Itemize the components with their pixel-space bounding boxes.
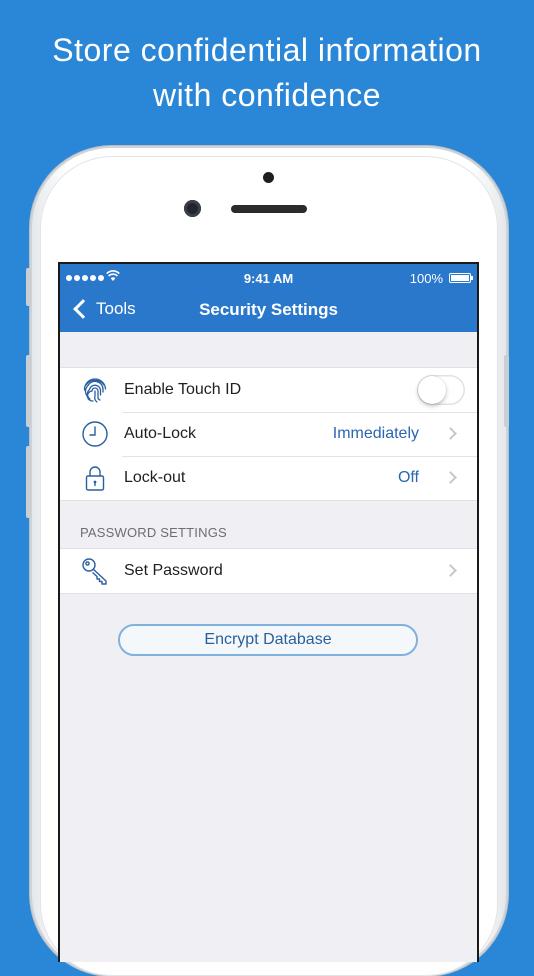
password-settings-header: PASSWORD SETTINGS	[80, 525, 227, 540]
auto-lock-row[interactable]: Auto-Lock Immediately	[60, 412, 477, 456]
proximity-sensor	[263, 172, 274, 183]
page-title: Security Settings	[199, 300, 338, 319]
clock-icon	[82, 421, 108, 447]
camera-icon	[184, 200, 201, 217]
auto-lock-label: Auto-Lock	[124, 425, 197, 442]
enable-touch-id-row[interactable]: Enable Touch ID	[60, 368, 477, 412]
chevron-right-icon	[444, 564, 457, 577]
chevron-right-icon	[444, 471, 457, 484]
lock-out-label: Lock-out	[124, 469, 186, 486]
password-settings-group: Set Password	[60, 548, 477, 594]
headline-line-2: with confidence	[152, 77, 382, 113]
battery-icon	[449, 273, 473, 283]
earpiece-speaker	[231, 205, 307, 213]
volume-up-button	[26, 355, 31, 427]
auto-lock-value: Immediately	[332, 425, 419, 442]
toggle-knob	[418, 376, 446, 404]
phone-screen: 9:41 AM 100% Tools Security Settings Ena…	[58, 262, 479, 962]
fingerprint-icon	[83, 378, 107, 403]
chevron-right-icon	[444, 427, 457, 440]
set-password-row[interactable]: Set Password	[60, 549, 477, 593]
headline-line-1: Store confidential information	[52, 32, 482, 68]
security-settings-group: Enable Touch ID Auto-Lock Immediately Lo…	[60, 367, 477, 501]
set-password-label: Set Password	[124, 562, 223, 579]
headline: Store confidential information with conf…	[0, 28, 534, 118]
lock-icon	[85, 466, 105, 491]
mute-switch	[26, 268, 31, 306]
lock-out-value: Off	[397, 469, 419, 486]
enable-touch-id-label: Enable Touch ID	[124, 381, 242, 398]
lock-out-row[interactable]: Lock-out Off	[60, 456, 477, 500]
encrypt-database-button[interactable]: Encrypt Database	[118, 624, 418, 656]
key-icon	[82, 558, 107, 585]
status-bar: 9:41 AM 100%	[60, 270, 477, 288]
power-button	[504, 355, 509, 427]
touch-id-toggle[interactable]	[417, 375, 465, 405]
volume-down-button	[26, 446, 31, 518]
navigation-bar: 9:41 AM 100% Tools Security Settings	[60, 264, 477, 332]
battery-percentage: 100%	[409, 271, 443, 286]
